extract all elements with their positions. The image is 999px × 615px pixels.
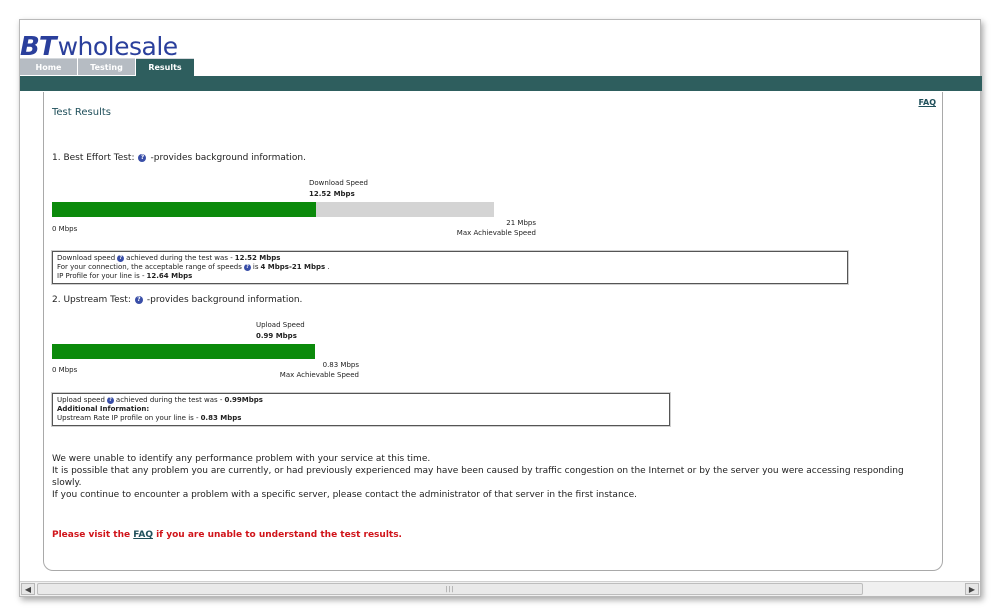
upstream-profile-label: Upstream Rate IP profile on your line is… xyxy=(57,414,199,422)
message-line-3: If you continue to encounter a problem w… xyxy=(52,490,637,500)
upload-achieved-value: 0.99Mbps xyxy=(224,396,263,404)
upload-achieved-text: achieved during the test was - xyxy=(115,396,223,404)
upload-scale-min: 0 Mbps xyxy=(52,366,78,374)
upload-info-box: Upload speed ? achieved during the test … xyxy=(52,393,670,426)
best-effort-subtitle: -provides background information. xyxy=(150,153,306,163)
tab-results[interactable]: Results xyxy=(136,58,194,76)
logo-wholesale: wholesale xyxy=(57,32,179,61)
faq-note: Please visit the FAQ if you are unable t… xyxy=(52,530,402,540)
bt-wholesale-logo[interactable]: BT wholesale xyxy=(20,32,179,62)
ip-profile-label: IP Profile for your line is - xyxy=(57,272,145,280)
chevron-right-icon[interactable]: ▶ xyxy=(965,583,979,595)
question-icon[interactable]: ? xyxy=(106,397,114,404)
download-info-box: Download speed ? achieved during the tes… xyxy=(52,251,848,284)
faq-note-suffix: if you are unable to understand the test… xyxy=(152,530,402,540)
header-bar xyxy=(20,76,982,91)
upload-info-line-1: Upload speed ? achieved during the test … xyxy=(57,396,665,405)
acceptable-range-label: For your connection, the acceptable rang… xyxy=(57,263,242,271)
best-effort-title: 1. Best Effort Test: xyxy=(52,153,135,163)
upload-info-line-2: Additional Information: xyxy=(57,405,665,414)
tab-home[interactable]: Home xyxy=(20,58,77,75)
download-achieved-value: 12.52 Mbps xyxy=(234,254,281,262)
download-info-line-1: Download speed ? achieved during the tes… xyxy=(57,254,843,263)
browser-window: BT wholesale Home Testing Results Test R… xyxy=(19,19,982,597)
page-title: Test Results xyxy=(52,107,111,118)
upload-speed-bar xyxy=(52,344,315,359)
download-scale-max-label: Max Achievable Speed xyxy=(456,229,536,237)
upstream-subtitle: -provides background information. xyxy=(146,295,303,305)
upload-scale-max-label: Max Achievable Speed xyxy=(279,371,359,379)
download-speed-label: Download speed xyxy=(57,254,116,262)
upload-scale-max: 0.83 Mbps xyxy=(322,361,359,369)
additional-info-label: Additional Information: xyxy=(57,405,150,413)
download-speed-bar xyxy=(52,202,494,217)
faq-note-link[interactable]: FAQ xyxy=(133,530,153,540)
download-info-line-2: For your connection, the acceptable rang… xyxy=(57,263,843,272)
chevron-left-icon[interactable]: ◀ xyxy=(21,583,35,595)
horizontal-scrollbar[interactable]: ◀ ||| ▶ xyxy=(20,581,980,596)
scrollbar-thumb[interactable]: ||| xyxy=(37,583,863,595)
question-icon[interactable]: ? xyxy=(134,296,143,304)
download-achieved-text: achieved during the test was - xyxy=(126,254,233,262)
upload-speed-label: Upload speed xyxy=(57,396,105,404)
message-line-1: We were unable to identify any performan… xyxy=(52,454,431,464)
nav-tabs: Home Testing Results xyxy=(20,58,195,76)
acceptable-range-value: 4 Mbps-21 Mbps xyxy=(260,263,326,271)
results-panel: Test Results FAQ 1. Best Effort Test: ? … xyxy=(43,92,943,571)
diagnosis-message: We were unable to identify any performan… xyxy=(52,453,912,501)
tab-testing[interactable]: Testing xyxy=(78,58,135,75)
question-icon[interactable]: ? xyxy=(117,255,125,262)
download-scale-max: 21 Mbps xyxy=(506,219,536,227)
acceptable-range-is: is xyxy=(252,263,259,271)
acceptable-range-end: . xyxy=(327,263,330,271)
message-line-2: It is possible that any problem you are … xyxy=(52,466,904,488)
faq-link[interactable]: FAQ xyxy=(918,98,936,107)
download-speed-title: Download Speed xyxy=(309,179,368,187)
question-icon[interactable]: ? xyxy=(243,264,251,271)
download-speed-value: 12.52 Mbps xyxy=(309,190,355,198)
upload-speed-title: Upload Speed xyxy=(256,321,305,329)
download-speed-bar-fill xyxy=(52,202,316,217)
ip-profile-value: 12.64 Mbps xyxy=(146,272,193,280)
faq-note-prefix: Please visit the xyxy=(52,530,134,540)
upstream-profile-value: 0.83 Mbps xyxy=(200,414,242,422)
upload-speed-value: 0.99 Mbps xyxy=(256,332,297,340)
download-scale-min: 0 Mbps xyxy=(52,225,78,233)
upload-info-line-3: Upstream Rate IP profile on your line is… xyxy=(57,414,665,423)
best-effort-heading: 1. Best Effort Test: ? -provides backgro… xyxy=(52,153,306,163)
upstream-title: 2. Upstream Test: xyxy=(52,295,131,305)
question-icon[interactable]: ? xyxy=(138,154,147,162)
upload-speed-bar-fill xyxy=(52,344,315,359)
download-info-line-3: IP Profile for your line is - 12.64 Mbps xyxy=(57,272,843,281)
upstream-heading: 2. Upstream Test: ? -provides background… xyxy=(52,295,302,305)
